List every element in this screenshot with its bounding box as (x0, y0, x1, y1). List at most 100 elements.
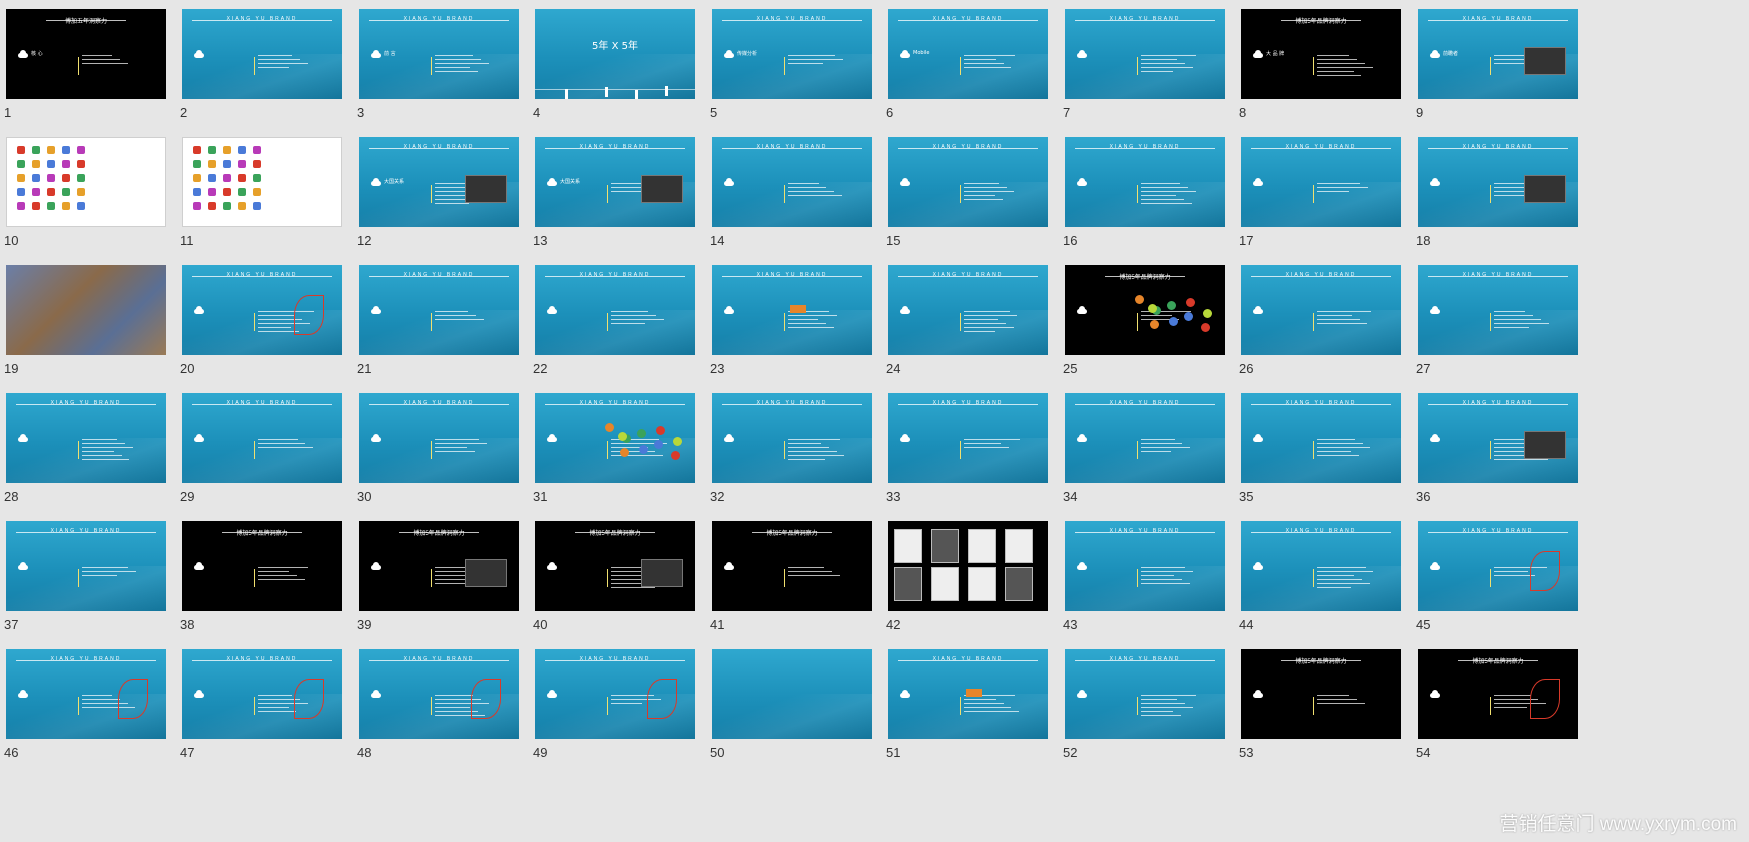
slide-thumbnail[interactable]: XIANG YU BRAND (888, 393, 1048, 483)
bubble (654, 440, 663, 449)
body-text-lines (1141, 567, 1201, 587)
text-line (1141, 187, 1188, 188)
text-line (1494, 447, 1525, 448)
text-line (1141, 567, 1186, 568)
bubble (1167, 301, 1176, 310)
logo-icon (253, 202, 261, 210)
text-line (1141, 183, 1180, 184)
text-line (788, 191, 835, 192)
slide-header-text: XIANG YU BRAND (932, 272, 1004, 278)
slide-thumbnail[interactable]: XIANG YU BRAND (535, 265, 695, 355)
slide-thumbnail[interactable]: XIANG YU BRAND (1418, 265, 1578, 355)
slide-header-text: XIANG YU BRAND (932, 400, 1004, 406)
slide-thumbnail[interactable]: XIANG YU BRAND (6, 393, 166, 483)
slide-thumbnail[interactable]: XIANG YU BRAND (1241, 137, 1401, 227)
slide-thumbnail[interactable]: 博加5年品牌洞察力 (712, 521, 872, 611)
annotation-curve (1530, 679, 1560, 719)
slide-thumbnail[interactable]: XIANG YU BRAND (535, 649, 695, 739)
slide-thumbnail[interactable] (712, 649, 872, 739)
slide-thumbnail[interactable]: XIANG YU BRAND (1065, 521, 1225, 611)
image-placeholder (465, 175, 507, 203)
cloud-icon (371, 562, 381, 570)
text-line (964, 439, 1021, 440)
slide-thumbnail[interactable]: XIANG YU BRAND (888, 649, 1048, 739)
slide-thumbnail[interactable]: XIANG YU BRAND (182, 9, 342, 99)
slide-header-text: 博加5年品牌洞察力 (1119, 275, 1171, 281)
text-line (1141, 71, 1174, 72)
slide-thumbnail[interactable]: XIANG YU BRAND (6, 649, 166, 739)
slide-thumbnail[interactable]: 博加五年洞察力核 心 (6, 9, 166, 99)
slide-thumbnail[interactable]: XIANG YU BRAND (1065, 137, 1225, 227)
text-line (964, 319, 999, 320)
accent-bar (431, 185, 432, 203)
accent-bar (254, 57, 255, 75)
slide-thumbnail[interactable]: XIANG YU BRAND (535, 393, 695, 483)
text-line (1141, 583, 1190, 584)
cloud-icon (18, 434, 28, 442)
slide-thumbnail[interactable]: XIANG YU BRAND (1065, 393, 1225, 483)
slide-thumbnail[interactable]: XIANG YU BRAND (888, 265, 1048, 355)
logo-icon (32, 202, 40, 210)
slide-thumbnail[interactable]: 博加5年品牌洞察力 (1241, 649, 1401, 739)
slide-thumbnail-cell: XIANG YU BRAND 15 (882, 128, 1048, 248)
slide-thumbnail[interactable]: XIANG YU BRAND (712, 137, 872, 227)
slide-thumbnail[interactable]: XIANG YU BRAND 传媒分析 (712, 9, 872, 99)
slide-thumbnail[interactable]: 博加5年品牌洞察力 (1418, 649, 1578, 739)
body-text-lines (1141, 439, 1201, 455)
body-text-lines (788, 55, 848, 67)
slide-thumbnail[interactable]: XIANG YU BRAND (1065, 649, 1225, 739)
slide-thumbnail-cell: 博加5年品牌洞察力大 品 牌 8 (1235, 0, 1401, 120)
slide-number: 19 (4, 361, 19, 376)
slide-thumbnail[interactable]: XIANG YU BRAND (359, 265, 519, 355)
slide-thumbnail[interactable]: XIANG YU BRAND (1241, 521, 1401, 611)
slide-thumbnail[interactable] (182, 137, 342, 227)
slide-thumbnail-cell: XIANG YU BRAND 36 (1412, 384, 1578, 504)
slide-thumbnail[interactable]: XIANG YU BRAND (182, 265, 342, 355)
slide-thumbnail[interactable]: XIANG YU BRAND (888, 137, 1048, 227)
text-line (258, 55, 293, 56)
text-line (1141, 703, 1185, 704)
slide-thumbnail[interactable]: XIANG YU BRAND (1241, 393, 1401, 483)
text-line (788, 315, 838, 316)
slide-thumbnail[interactable] (888, 521, 1048, 611)
slide-thumbnail[interactable]: XIANG YU BRAND 前 言 (359, 9, 519, 99)
slide-thumbnail[interactable]: XIANG YU BRAND (182, 649, 342, 739)
slide-thumbnail[interactable]: XIANG YU BRAND (712, 265, 872, 355)
slide-thumbnail[interactable]: XIANG YU BRAND (359, 649, 519, 739)
slide-thumbnail[interactable]: XIANG YU BRAND (1418, 521, 1578, 611)
slide-thumbnail[interactable]: XIANG YU BRAND (359, 393, 519, 483)
slide-thumbnail[interactable]: XIANG YU BRAND (1241, 265, 1401, 355)
slide-thumbnail[interactable]: 博加5年品牌洞察力 (1065, 265, 1225, 355)
slide-thumbnail[interactable]: 博加5年品牌洞察力 (359, 521, 519, 611)
slide-number: 9 (1416, 105, 1424, 120)
accent-bar (1490, 697, 1491, 715)
text-line (82, 63, 128, 64)
cloud-icon (1077, 50, 1087, 58)
slide-thumbnail[interactable] (6, 137, 166, 227)
slide-thumbnail[interactable]: XIANG YU BRAND Mobile (888, 9, 1048, 99)
slide-thumbnail[interactable] (6, 265, 166, 355)
slide-thumbnail-cell: XIANG YU BRAND 28 (0, 384, 166, 504)
body-text-lines (258, 55, 318, 71)
slide-thumbnail[interactable]: XIANG YU BRAND 大国关系 (535, 137, 695, 227)
slide-header-text: XIANG YU BRAND (403, 144, 475, 150)
slide-thumbnail[interactable]: 博加5年品牌洞察力 (182, 521, 342, 611)
slide-thumbnail[interactable]: XIANG YU BRAND 大国关系 (359, 137, 519, 227)
slide-thumbnail[interactable]: XIANG YU BRAND (6, 521, 166, 611)
slide-thumbnail[interactable]: XIANG YU BRAND (1418, 137, 1578, 227)
slide-thumbnail[interactable]: XIANG YU BRAND (712, 393, 872, 483)
slide-number: 38 (180, 617, 195, 632)
text-line (435, 707, 470, 708)
slide-thumbnail[interactable]: 博加5年品牌洞察力大 品 牌 (1241, 9, 1401, 99)
slide-thumbnail[interactable]: XIANG YU BRAND (1065, 9, 1225, 99)
text-line (1317, 703, 1365, 704)
slide-thumbnail[interactable]: XIANG YU BRAND 前瞻者 (1418, 9, 1578, 99)
slide-thumbnail-cell: XIANG YU BRAND Mobile 6 (882, 0, 1048, 120)
slide-thumbnail[interactable]: 博加5年品牌洞察力 (535, 521, 695, 611)
slide-thumbnail[interactable]: XIANG YU BRAND (182, 393, 342, 483)
text-line (1494, 315, 1533, 316)
slide-thumbnail[interactable]: 5年 X 5年 (535, 9, 695, 99)
slide-header-text: 博加5年品牌洞察力 (589, 531, 641, 537)
body-text-lines (788, 439, 848, 463)
slide-thumbnail[interactable]: XIANG YU BRAND (1418, 393, 1578, 483)
